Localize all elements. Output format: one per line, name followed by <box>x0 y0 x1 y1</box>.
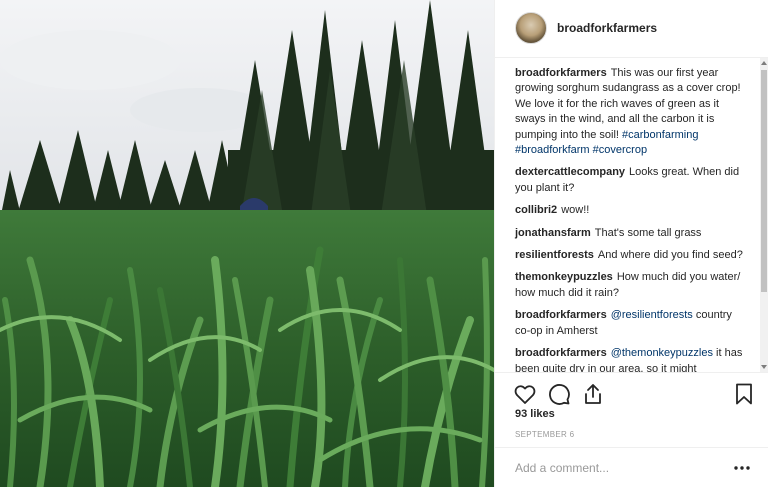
comment-item: broadforkfarmers @themonkeypuzzles it has… <box>495 346 768 372</box>
comments-scrollbar[interactable] <box>760 58 768 372</box>
comments-list: broadforkfarmers This was our first year … <box>495 66 768 372</box>
comment-item: broadforkfarmers @resilientforests countr… <box>495 308 768 339</box>
post-photo <box>0 0 494 487</box>
comment-input[interactable] <box>515 458 715 478</box>
more-options-icon[interactable] <box>732 460 752 476</box>
post-header: broadforkfarmers <box>495 0 768 58</box>
comment-item: themonkeypuzzles How much did you water/ … <box>495 270 768 301</box>
comment-mention[interactable]: @themonkeypuzzles <box>611 347 713 359</box>
avatar[interactable] <box>515 12 547 44</box>
comment-username[interactable]: resilientforests <box>515 249 594 261</box>
comment-username[interactable]: themonkeypuzzles <box>515 271 613 283</box>
hashtag[interactable]: #broadforkfarm <box>515 144 590 156</box>
field-photo-image <box>0 0 494 487</box>
comment-text: That's some tall grass <box>594 226 702 239</box>
comment-text: And where did you find seed? <box>597 249 743 262</box>
comment-text: wow!! <box>561 204 590 217</box>
post-side-panel: broadforkfarmers broadforkfarmers This wa… <box>494 0 768 487</box>
comment-username[interactable]: broadforkfarmers <box>515 347 607 359</box>
share-icon[interactable] <box>581 382 605 406</box>
hashtag[interactable]: #covercrop <box>593 144 647 156</box>
caption-username[interactable]: broadforkfarmers <box>515 67 607 79</box>
comment-username[interactable]: jonathansfarm <box>515 227 591 239</box>
comment-username[interactable]: dextercattlecompany <box>515 166 625 178</box>
comment-icon[interactable] <box>547 382 571 406</box>
scroll-down-arrow-icon[interactable] <box>761 365 767 369</box>
comment-username[interactable]: broadforkfarmers <box>515 309 607 321</box>
comment-item: jonathansfarm That's some tall grass <box>495 226 768 241</box>
comment-username[interactable]: collibri2 <box>515 204 557 216</box>
caption: broadforkfarmers This was our first year … <box>495 66 768 158</box>
post-date: SEPTEMBER 6 <box>515 430 575 439</box>
likes-count[interactable]: 93 likes <box>515 408 555 420</box>
hashtag[interactable]: #carbonfarming <box>622 129 698 141</box>
comment-item: dextercattlecompany Looks great. When did… <box>495 165 768 196</box>
post-username[interactable]: broadforkfarmers <box>557 21 657 35</box>
bookmark-icon[interactable] <box>732 382 756 406</box>
comment-mention[interactable]: @resilientforests <box>611 309 693 321</box>
comment-item: resilientforests And where did you find s… <box>495 248 768 263</box>
add-comment-bar <box>495 447 768 487</box>
heart-icon[interactable] <box>513 382 537 406</box>
comment-item: collibri2 wow!! <box>495 203 768 218</box>
scroll-up-arrow-icon[interactable] <box>761 61 767 65</box>
scrollbar-thumb[interactable] <box>761 70 767 292</box>
